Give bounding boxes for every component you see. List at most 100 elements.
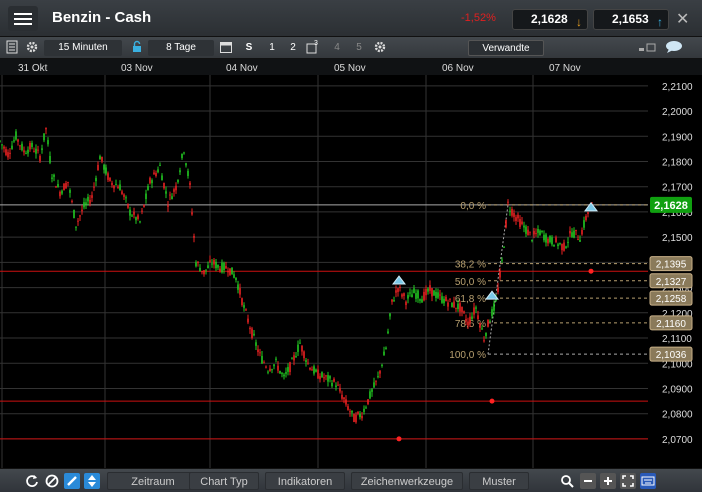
- candle-body: [321, 372, 323, 378]
- related-button[interactable]: Verwandte: [468, 40, 544, 56]
- gear-icon[interactable]: [25, 40, 39, 54]
- arrow-up-icon: ↑: [657, 15, 663, 29]
- layout-2-button[interactable]: 2: [286, 40, 300, 56]
- candle-body: [469, 316, 471, 324]
- candle-body: [517, 214, 519, 219]
- candle-body: [463, 311, 465, 313]
- pencil-icon[interactable]: [64, 473, 80, 489]
- close-icon[interactable]: ✕: [676, 9, 689, 29]
- candle-body: [499, 271, 501, 278]
- candle-body: [381, 364, 383, 367]
- menu-button[interactable]: [8, 6, 38, 31]
- fib-label: 0,0 %: [460, 201, 486, 212]
- candle-body: [471, 316, 473, 320]
- candle-body: [119, 184, 121, 191]
- candle-body: [373, 382, 375, 388]
- candle-body: [357, 411, 359, 414]
- expand-icon[interactable]: [620, 473, 636, 489]
- layout-5-button[interactable]: 5: [352, 40, 366, 56]
- layout-1-button[interactable]: 1: [265, 40, 279, 56]
- candle-body: [115, 184, 117, 186]
- candle-body: [233, 274, 235, 278]
- candle-body: [77, 220, 79, 222]
- y-tick-label: 2,0700: [662, 435, 693, 446]
- refresh-icon[interactable]: [24, 473, 40, 489]
- candle-body: [493, 303, 495, 311]
- candle-body: [549, 236, 551, 243]
- candle-body: [41, 148, 43, 151]
- candle-body: [421, 299, 423, 303]
- candle-body: [385, 347, 387, 349]
- candle-body: [505, 219, 507, 228]
- candle-body: [245, 309, 247, 311]
- candle-body: [423, 291, 425, 301]
- y-tick-label: 2,1900: [662, 132, 693, 143]
- candle-body: [163, 182, 165, 189]
- candle-body: [347, 406, 349, 410]
- candle-body: [23, 150, 25, 153]
- candle-body: [107, 173, 109, 180]
- candle-body: [541, 230, 543, 233]
- ask-price-button[interactable]: 2,1653 ↑: [593, 9, 669, 30]
- candle-body: [129, 209, 131, 216]
- chat-icon[interactable]: [664, 40, 684, 54]
- candle-body: [255, 342, 257, 346]
- candle-body: [65, 182, 67, 189]
- candle-body: [445, 296, 447, 302]
- candle-body: [355, 414, 357, 423]
- list-icon[interactable]: [5, 40, 19, 54]
- x-tick-label: 03 Nov: [121, 63, 153, 74]
- zoom-out-icon[interactable]: [580, 473, 596, 489]
- candle-body: [275, 358, 277, 360]
- lock-icon[interactable]: [130, 40, 144, 54]
- candle-body: [19, 145, 21, 147]
- candle-body: [297, 344, 299, 352]
- calendar-icon[interactable]: [219, 40, 233, 54]
- candle-body: [439, 294, 441, 296]
- tab-indikatoren[interactable]: Indikatoren: [265, 472, 345, 490]
- tab-chart typ[interactable]: Chart Typ: [189, 472, 259, 490]
- keyboard-icon[interactable]: [640, 473, 656, 489]
- candle-body: [427, 288, 429, 292]
- candle-body: [147, 186, 149, 191]
- tab-zeitraum[interactable]: Zeitraum: [107, 472, 199, 490]
- candle-body: [235, 277, 237, 280]
- y-axis: 2,10002,09002,08002,07002,11002,12002,13…: [648, 75, 702, 468]
- range-dropdown[interactable]: 8 Tage: [148, 40, 214, 56]
- candle-body: [251, 328, 253, 339]
- candle-body: [377, 376, 379, 378]
- candle-body: [303, 351, 305, 359]
- bid-price-button[interactable]: 2,1628 ↓: [512, 9, 588, 30]
- candle-body: [533, 230, 535, 235]
- candle-body: [131, 215, 133, 217]
- candle-body: [447, 302, 449, 307]
- candle-body: [537, 228, 539, 233]
- tab-muster[interactable]: Muster: [469, 472, 529, 490]
- x-tick-label: 06 Nov: [442, 63, 474, 74]
- layout-3-button[interactable]: 3: [305, 40, 321, 56]
- zoom-in-icon[interactable]: [600, 473, 616, 489]
- candle-body: [315, 369, 317, 372]
- no-icon[interactable]: [44, 473, 60, 489]
- candle-body: [183, 152, 185, 154]
- arrow-down-icon: ↓: [576, 15, 582, 29]
- candle-body: [199, 267, 201, 272]
- interval-dropdown[interactable]: 15 Minuten: [44, 40, 122, 56]
- settings-gear-icon[interactable]: [373, 40, 387, 54]
- window-icons[interactable]: [638, 40, 662, 54]
- candle-body: [375, 380, 377, 382]
- candle-body: [269, 368, 271, 372]
- candle-body: [309, 367, 311, 370]
- updown-icon[interactable]: [84, 473, 100, 489]
- layout-4-button[interactable]: 4: [330, 40, 344, 56]
- candle-body: [257, 349, 259, 353]
- candle-body: [435, 291, 437, 298]
- candle-body: [485, 332, 487, 337]
- search-icon[interactable]: [559, 473, 575, 489]
- price-chart[interactable]: 31 Okt 03 Nov 04 Nov 05 Nov 06 Nov 07 Nov 2,1…: [0, 59, 702, 468]
- tab-zeichenwerkzeuge[interactable]: Zeichenwerkzeuge: [351, 472, 463, 490]
- candle-body: [153, 172, 155, 175]
- candle-body: [407, 295, 409, 299]
- candle-body: [5, 149, 7, 156]
- s-button[interactable]: S: [242, 40, 256, 56]
